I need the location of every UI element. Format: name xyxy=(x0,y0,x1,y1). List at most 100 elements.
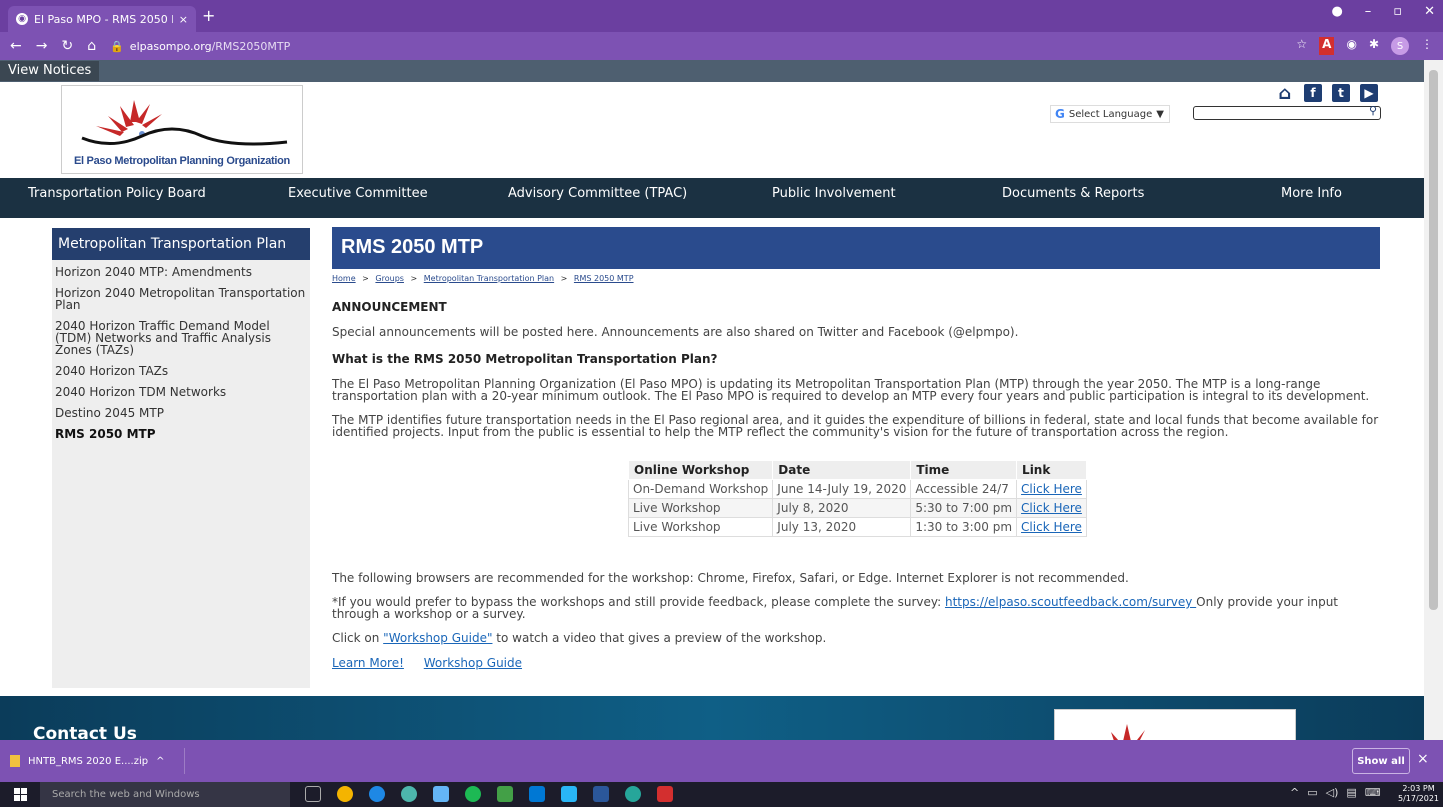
app-icon[interactable] xyxy=(625,786,641,802)
twitter-icon[interactable]: t xyxy=(1332,84,1350,102)
sidebar-item[interactable]: Horizon 2040 Metropolitan Transportation… xyxy=(52,286,310,312)
page-title: RMS 2050 MTP xyxy=(332,227,1380,269)
browser-app-icon[interactable] xyxy=(401,786,417,802)
taskbar-clock[interactable]: 2:03 PM 5/17/2021 xyxy=(1398,784,1439,804)
forward-icon[interactable]: → xyxy=(36,38,48,54)
app-icon[interactable] xyxy=(497,786,513,802)
restore-icon[interactable]: ▫ xyxy=(1393,4,1402,19)
show-all-button[interactable]: Show all xyxy=(1352,748,1410,774)
sidebar-heading[interactable]: Metropolitan Transportation Plan xyxy=(52,228,310,260)
table-cell: 1:30 to 3:00 pm xyxy=(910,517,1018,537)
sidebar-item[interactable]: 2040 Horizon Traffic Demand Model (TDM) … xyxy=(52,319,310,357)
main-nav: Transportation Policy Board Executive Co… xyxy=(0,178,1424,218)
facebook-icon[interactable]: f xyxy=(1304,84,1322,102)
extension-circle-icon[interactable]: ◉ xyxy=(1346,37,1356,55)
what-heading: What is the RMS 2050 Metropolitan Transp… xyxy=(332,352,718,366)
url-field[interactable]: 🔒 elpasompo.org/RMS2050MTP xyxy=(110,35,1282,57)
nav-transportation-policy-board[interactable]: Transportation Policy Board xyxy=(28,178,206,218)
profile-dot-icon[interactable]: ● xyxy=(1331,4,1342,19)
new-tab-button[interactable]: + xyxy=(202,6,215,25)
learn-more-link[interactable]: Learn More! xyxy=(332,656,404,670)
home-icon[interactable]: ⌂ xyxy=(87,38,96,54)
acrobat-icon[interactable] xyxy=(657,786,673,802)
file-explorer-icon[interactable] xyxy=(433,786,449,802)
search-icon[interactable]: ⚲ xyxy=(1369,104,1377,117)
acrobat-extension-icon[interactable]: A xyxy=(1319,37,1335,55)
word-icon[interactable] xyxy=(593,786,609,802)
browser-menu-icon[interactable]: ⋮ xyxy=(1421,37,1433,55)
nav-public-involvement[interactable]: Public Involvement xyxy=(772,178,896,218)
bottom-links: Learn More! Workshop Guide xyxy=(332,656,1380,670)
sidebar-item[interactable]: Destino 2045 MTP xyxy=(52,406,310,420)
download-bar-close-icon[interactable]: × xyxy=(1417,751,1429,767)
network-icon[interactable]: ▭ xyxy=(1307,786,1317,799)
download-chevron-icon[interactable]: ^ xyxy=(156,756,164,767)
click-here-link[interactable]: Click Here xyxy=(1016,517,1087,537)
workshop-table: Online Workshop Date Time Link On-Demand… xyxy=(627,460,1087,537)
language-select[interactable]: G Select Language ▼ xyxy=(1050,105,1170,123)
breadcrumb-groups[interactable]: Groups xyxy=(375,274,404,283)
nav-documents-reports[interactable]: Documents & Reports xyxy=(1002,178,1144,218)
language-dropdown-arrow-icon: ▼ xyxy=(1156,108,1164,120)
sidebar-item[interactable]: 2040 Horizon TAZs xyxy=(52,364,310,378)
nav-advisory-committee[interactable]: Advisory Committee (TPAC) xyxy=(508,178,687,218)
sidebar-item-active[interactable]: RMS 2050 MTP xyxy=(52,427,310,441)
chrome-icon[interactable] xyxy=(337,786,353,802)
breadcrumb-mtp[interactable]: Metropolitan Transportation Plan xyxy=(424,274,554,283)
click-here-link[interactable]: Click Here xyxy=(1016,498,1087,518)
window-close-icon[interactable]: ✕ xyxy=(1424,4,1435,19)
app-icon[interactable] xyxy=(561,786,577,802)
notifications-icon[interactable]: ▤ xyxy=(1346,786,1356,799)
taskbar-apps xyxy=(305,786,673,802)
table-header: Date xyxy=(772,460,912,480)
workshop-guide-link[interactable]: Workshop Guide xyxy=(424,656,522,670)
workshop-guide-inline-link[interactable]: "Workshop Guide" xyxy=(383,631,492,645)
windows-start-icon[interactable] xyxy=(14,788,27,801)
notices-bar: View Notices xyxy=(0,60,1424,82)
extensions-puzzle-icon[interactable]: ✱ xyxy=(1369,37,1379,55)
url-domain: elpasompo.org xyxy=(129,39,212,53)
nav-more-info[interactable]: More Info xyxy=(1281,178,1342,218)
site-search-input[interactable]: ⚲ xyxy=(1193,104,1381,120)
table-header: Link xyxy=(1016,460,1087,480)
youtube-icon[interactable]: ▶ xyxy=(1360,84,1378,102)
minimize-icon[interactable]: – xyxy=(1365,4,1372,19)
breadcrumb-current[interactable]: RMS 2050 MTP xyxy=(574,274,634,283)
volume-icon[interactable]: ◁) xyxy=(1326,786,1339,799)
download-item[interactable]: HNTB_RMS 2020 E....zip ^ xyxy=(0,748,185,774)
table-cell: Live Workshop xyxy=(627,517,774,537)
table-cell: 5:30 to 7:00 pm xyxy=(910,498,1018,518)
browser-tab[interactable]: ◉ El Paso MPO - RMS 2050 MTP × xyxy=(8,6,196,32)
google-icon: G xyxy=(1055,107,1065,121)
browsers-text: The following browsers are recommended f… xyxy=(332,571,1129,585)
tray-chevron-icon[interactable]: ^ xyxy=(1290,786,1299,799)
taskbar-search-input[interactable]: Search the web and Windows xyxy=(40,782,290,807)
edge-icon[interactable] xyxy=(369,786,385,802)
breadcrumb-home[interactable]: Home xyxy=(332,274,356,283)
keyboard-icon[interactable]: ⌨ xyxy=(1365,786,1381,799)
mpo-logo[interactable]: El Paso Metropolitan Planning Organizati… xyxy=(61,85,303,174)
browser-tab-bar: ◉ El Paso MPO - RMS 2050 MTP × + ● – ▫ ✕ xyxy=(0,0,1443,32)
sidebar-item[interactable]: 2040 Horizon TDM Networks xyxy=(52,385,310,399)
reload-icon[interactable]: ↻ xyxy=(61,38,73,54)
sidebar-item[interactable]: Horizon 2040 MTP: Amendments xyxy=(52,265,310,279)
page-scrollbar[interactable] xyxy=(1424,60,1443,740)
task-view-icon[interactable] xyxy=(305,786,321,802)
outlook-icon[interactable] xyxy=(529,786,545,802)
site-footer: Contact Us xyxy=(0,696,1424,740)
bookmark-star-icon[interactable]: ☆ xyxy=(1296,37,1307,55)
table-header: Time xyxy=(910,460,1018,480)
nav-executive-committee[interactable]: Executive Committee xyxy=(288,178,428,218)
tab-close-icon[interactable]: × xyxy=(179,13,188,26)
spotify-icon[interactable] xyxy=(465,786,481,802)
zip-file-icon xyxy=(10,755,20,767)
scrollbar-thumb[interactable] xyxy=(1429,70,1438,610)
click-here-link[interactable]: Click Here xyxy=(1016,479,1087,499)
view-notices-button[interactable]: View Notices xyxy=(0,61,100,81)
table-row: Live Workshop July 13, 2020 1:30 to 3:00… xyxy=(627,517,1087,537)
profile-avatar[interactable]: S xyxy=(1391,37,1409,55)
site-home-icon[interactable]: ⌂ xyxy=(1276,83,1294,104)
survey-link[interactable]: https://elpaso.scoutfeedback.com/survey xyxy=(945,595,1196,609)
back-icon[interactable]: ← xyxy=(10,38,22,54)
site-header: El Paso Metropolitan Planning Organizati… xyxy=(0,82,1424,178)
